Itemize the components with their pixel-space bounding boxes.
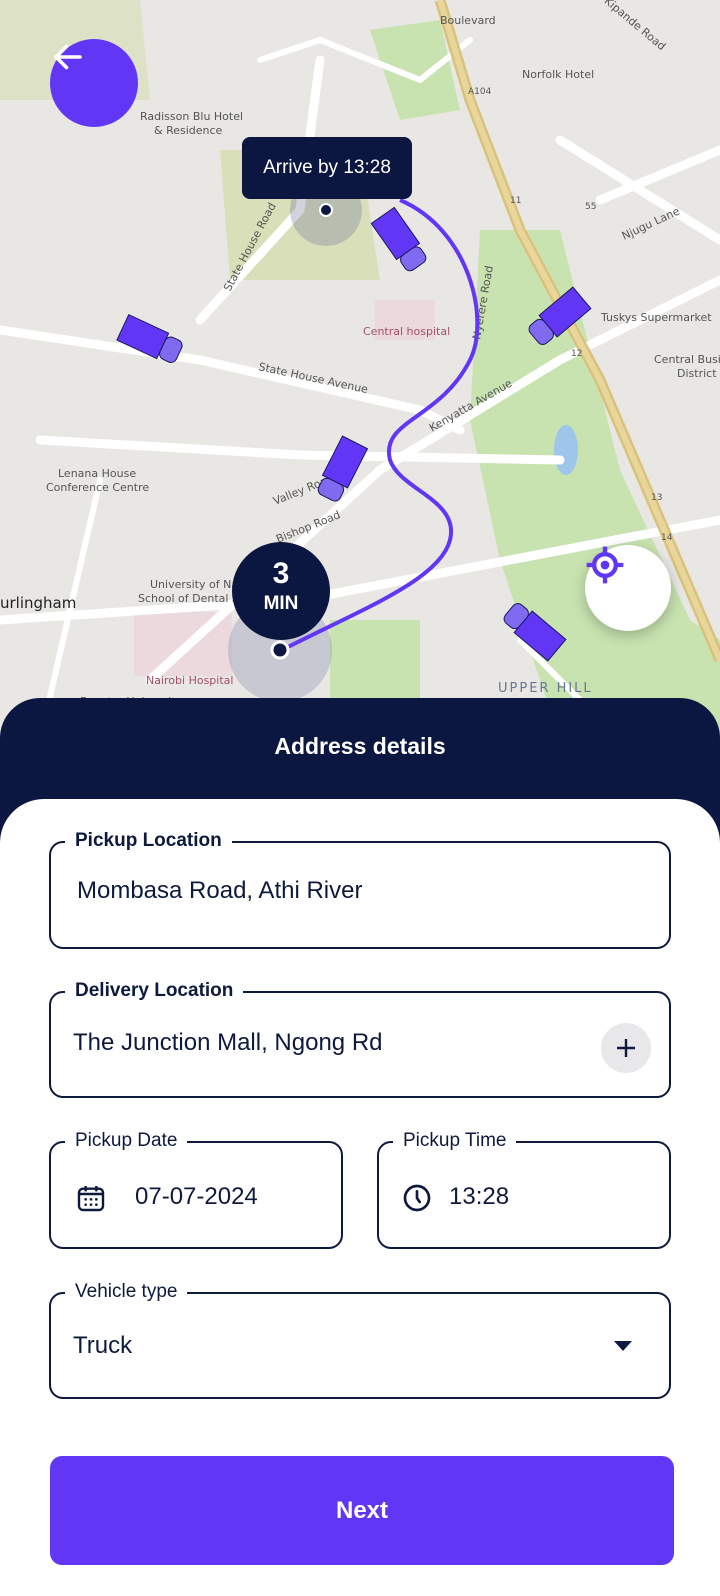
pickup-time-label: Pickup Time bbox=[393, 1129, 517, 1153]
destination-pin bbox=[319, 203, 333, 217]
origin-pin bbox=[270, 640, 290, 660]
eta-badge: 3 MIN bbox=[232, 542, 330, 640]
map-label: Kipande Road bbox=[602, 0, 668, 53]
map-label: Norfolk Hotel bbox=[522, 68, 594, 81]
map-label: UPPER HILL bbox=[498, 681, 593, 696]
road-shield: 11 bbox=[510, 196, 521, 206]
map-label: Radisson Blu Hotel bbox=[140, 110, 243, 123]
eta-unit: MIN bbox=[263, 593, 299, 614]
pickup-location-label: Pickup Location bbox=[65, 829, 232, 853]
road-shield: 14 bbox=[661, 533, 673, 543]
map-label: District bbox=[677, 367, 717, 380]
vehicle-type-label: Vehicle type bbox=[65, 1280, 188, 1304]
pickup-date-value: 07-07-2024 bbox=[135, 1183, 258, 1210]
pickup-location-field[interactable]: Pickup Location Mombasa Road, Athi River bbox=[49, 829, 671, 949]
pickup-date-label: Pickup Date bbox=[65, 1129, 188, 1153]
map-label: urlingham bbox=[0, 594, 76, 612]
road-shield: 13 bbox=[651, 493, 662, 503]
vehicle-type-select[interactable]: Vehicle type Truck bbox=[49, 1280, 671, 1399]
map-label: Boulevard bbox=[440, 14, 496, 27]
arrive-by-tooltip: Arrive by 13:28 bbox=[242, 137, 412, 199]
truck-icon bbox=[116, 313, 183, 363]
arrow-left-icon bbox=[54, 44, 82, 70]
map-label: Central hospital bbox=[363, 325, 450, 338]
eta-value: 3 bbox=[272, 557, 290, 590]
road-shield: 55 bbox=[585, 202, 596, 212]
pickup-time-field[interactable]: Pickup Time 13:28 bbox=[377, 1129, 671, 1249]
delivery-location-value: The Junction Mall, Ngong Rd bbox=[73, 1029, 383, 1056]
map-label: Conference Centre bbox=[46, 481, 149, 494]
map-label: & Residence bbox=[154, 124, 223, 137]
map-label: Lenana House bbox=[58, 467, 136, 480]
pickup-location-value: Mombasa Road, Athi River bbox=[77, 877, 363, 904]
pickup-date-field[interactable]: Pickup Date 07-07-2024 bbox=[49, 1129, 343, 1249]
delivery-location-field[interactable]: Delivery Location The Junction Mall, Ngo… bbox=[49, 979, 671, 1098]
back-button[interactable] bbox=[50, 39, 138, 127]
map-view[interactable]: Boulevard Kipande Road Norfolk Hotel Rad… bbox=[0, 0, 720, 740]
map-label: Tuskys Supermarket bbox=[600, 311, 712, 324]
plus-icon bbox=[617, 1039, 635, 1057]
road-shield: 12 bbox=[571, 349, 582, 359]
map-label: Njugu Lane bbox=[620, 205, 682, 243]
add-stop-button[interactable] bbox=[601, 1023, 651, 1073]
map-label: Nairobi Hospital bbox=[146, 674, 233, 687]
next-button[interactable]: Next bbox=[50, 1456, 674, 1565]
delivery-location-label: Delivery Location bbox=[65, 979, 244, 1003]
pickup-time-value: 13:28 bbox=[449, 1183, 510, 1210]
sheet-title: Address details bbox=[274, 733, 446, 759]
map-label: Central Business bbox=[654, 353, 720, 366]
calendar-icon bbox=[77, 1186, 105, 1212]
map-label: School of Dental Sc bbox=[138, 592, 245, 605]
caret-down-icon bbox=[614, 1341, 632, 1351]
my-location-button[interactable] bbox=[585, 545, 671, 631]
clock-icon bbox=[403, 1184, 431, 1212]
vehicle-type-value: Truck bbox=[73, 1332, 133, 1359]
truck-icon bbox=[370, 206, 427, 272]
road-shield: A104 bbox=[468, 87, 492, 97]
crosshair-icon bbox=[586, 546, 624, 584]
